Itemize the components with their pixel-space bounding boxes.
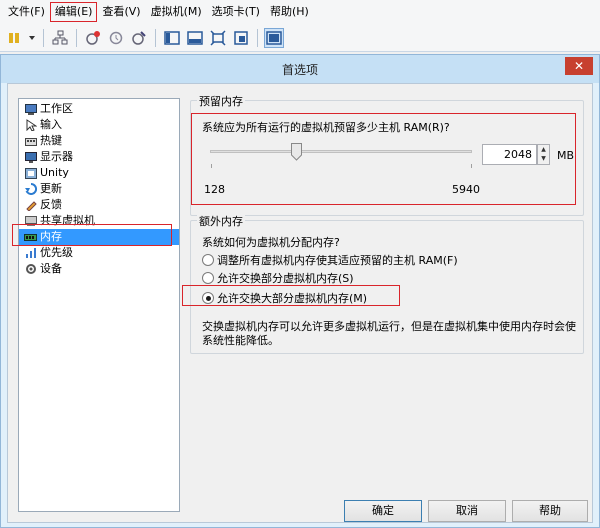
tree-item-feedback[interactable]: 反馈 [19, 197, 179, 213]
toolbar-separator [76, 28, 77, 47]
menu-tabs[interactable]: 选项卡(T) [207, 2, 265, 22]
snapshot-manager-icon[interactable] [129, 28, 149, 48]
thumbnail-bar-icon[interactable] [185, 28, 205, 48]
dropdown-arrow-icon[interactable] [27, 28, 37, 48]
reserved-memory-unit: MB [557, 149, 575, 162]
revert-snapshot-icon[interactable] [106, 28, 126, 48]
dialog-body: 工作区 输入 热键 显示器 Unity 更新 反馈 共享虚拟机 内存 优先级 设… [7, 83, 593, 523]
menu-vm[interactable]: 虚拟机(M) [146, 2, 207, 22]
reserved-memory-input[interactable]: 2048 [482, 144, 537, 165]
tree-item-memory[interactable]: 内存 [19, 229, 179, 245]
display-icon [24, 151, 37, 163]
slider-tick [211, 164, 212, 168]
tree-item-label: 内存 [40, 230, 62, 243]
workspace-icon [24, 103, 37, 115]
tree-item-input[interactable]: 输入 [19, 117, 179, 133]
spin-down-icon[interactable]: ▼ [538, 154, 549, 163]
shared-vm-icon [24, 215, 37, 227]
ok-button[interactable]: 确定 [344, 500, 422, 522]
spin-up-icon[interactable]: ▲ [538, 145, 549, 154]
tree-item-unity[interactable]: Unity [19, 165, 179, 181]
radio-swap-some[interactable]: 允许交换部分虚拟机内存(S) [202, 270, 354, 286]
menu-file[interactable]: 文件(F) [3, 2, 50, 22]
console-view-icon[interactable] [264, 27, 284, 48]
tree-item-label: 工作区 [40, 102, 73, 115]
hotkey-icon [24, 135, 37, 147]
toolbar-separator [257, 28, 258, 47]
radio-fit-reserved[interactable]: 调整所有虚拟机内存使其适应预留的主机 RAM(F) [202, 252, 458, 268]
toolbar-separator [155, 28, 156, 47]
tree-item-label: 更新 [40, 182, 62, 195]
extra-memory-question: 系统如何为虚拟机分配内存? [202, 236, 340, 249]
tree-item-label: Unity [40, 166, 69, 179]
priority-icon [24, 247, 37, 259]
reserved-memory-slider-thumb[interactable] [291, 143, 302, 161]
feedback-icon [24, 199, 37, 211]
menu-edit[interactable]: 编辑(E) [49, 2, 98, 22]
reserved-memory-slider-track[interactable] [210, 150, 472, 153]
tree-item-devices[interactable]: 设备 [19, 261, 179, 277]
tree-item-hotkeys[interactable]: 热键 [19, 133, 179, 149]
extra-memory-note-line2: 系统性能降低。 [202, 334, 279, 347]
network-icon[interactable] [50, 28, 70, 48]
cancel-button[interactable]: 取消 [428, 500, 506, 522]
tree-item-label: 共享虚拟机 [40, 214, 95, 227]
unity-icon [24, 167, 37, 179]
tree-item-priority[interactable]: 优先级 [19, 245, 179, 261]
extra-memory-label: 额外内存 [197, 213, 245, 229]
reserved-memory-question: 系统应为所有运行的虚拟机预留多少主机 RAM(R)? [202, 121, 450, 134]
tree-item-workspace[interactable]: 工作区 [19, 101, 179, 117]
radio-swap-most[interactable]: 允许交换大部分虚拟机内存(M) [202, 290, 367, 306]
tree-item-shared-vms[interactable]: 共享虚拟机 [19, 213, 179, 229]
reserved-memory-label: 预留内存 [197, 93, 245, 109]
unity-mode-icon[interactable] [231, 28, 251, 48]
snapshot-icon[interactable] [83, 28, 103, 48]
radio-button[interactable] [202, 292, 214, 304]
pause-icon[interactable] [4, 28, 24, 48]
memory-icon [24, 231, 37, 243]
radio-button[interactable] [202, 254, 214, 266]
tree-item-label: 输入 [40, 118, 62, 131]
tree-item-display[interactable]: 显示器 [19, 149, 179, 165]
tree-item-label: 反馈 [40, 198, 62, 211]
preferences-dialog: 首选项 ✕ 工作区 输入 热键 显示器 Unity 更新 反馈 共享虚拟机 内存… [0, 54, 600, 528]
radio-label: 调整所有虚拟机内存使其适应预留的主机 RAM(F) [217, 254, 458, 267]
toolbar [0, 24, 600, 52]
input-icon [24, 119, 37, 131]
menu-view[interactable]: 查看(V) [97, 2, 145, 22]
show-library-icon[interactable] [162, 28, 182, 48]
full-screen-icon[interactable] [208, 28, 228, 48]
menu-bar: 文件(F) 编辑(E) 查看(V) 虚拟机(M) 选项卡(T) 帮助(H) [0, 0, 600, 24]
slider-tick [471, 164, 472, 168]
tree-item-label: 热键 [40, 134, 62, 147]
reserved-memory-spinner[interactable]: ▲ ▼ [537, 144, 550, 165]
category-tree: 工作区 输入 热键 显示器 Unity 更新 反馈 共享虚拟机 内存 优先级 设… [18, 98, 180, 512]
radio-button[interactable] [202, 272, 214, 284]
dialog-titlebar: 首选项 ✕ [1, 55, 599, 83]
help-button[interactable]: 帮助 [512, 500, 588, 522]
close-icon: ✕ [573, 59, 585, 73]
close-button[interactable]: ✕ [565, 57, 593, 75]
tree-item-updates[interactable]: 更新 [19, 181, 179, 197]
update-icon [24, 183, 37, 195]
tree-item-label: 显示器 [40, 150, 73, 163]
devices-icon [24, 263, 37, 275]
tree-item-label: 设备 [40, 262, 62, 275]
slider-min-label: 128 [204, 183, 225, 196]
dialog-title: 首选项 [281, 63, 318, 77]
tree-item-label: 优先级 [40, 246, 73, 259]
slider-max-label: 5940 [452, 183, 480, 196]
radio-label: 允许交换部分虚拟机内存(S) [217, 272, 354, 285]
menu-help[interactable]: 帮助(H) [265, 2, 314, 22]
toolbar-separator [43, 28, 44, 47]
radio-label: 允许交换大部分虚拟机内存(M) [217, 292, 368, 305]
